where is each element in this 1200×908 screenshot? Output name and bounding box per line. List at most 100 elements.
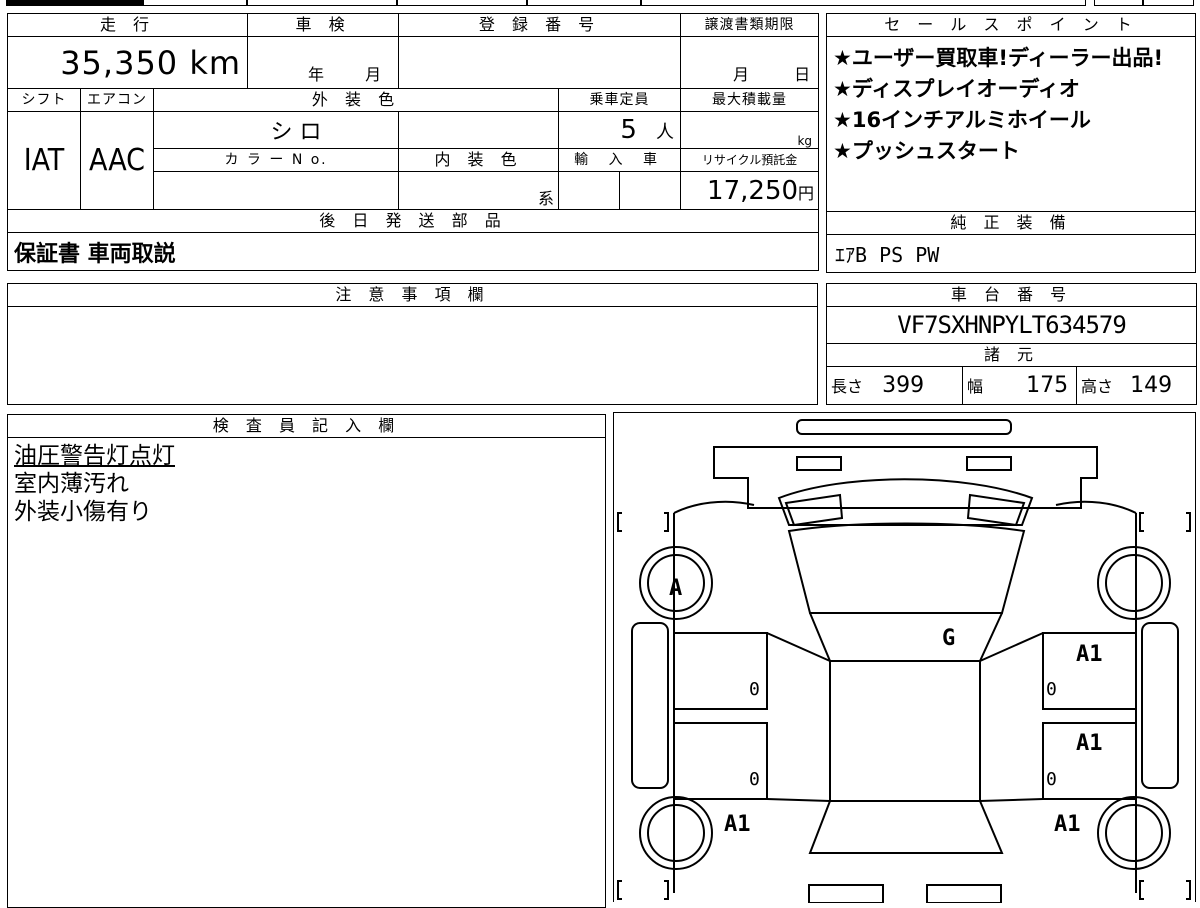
- spec-height-label: 高さ: [1081, 377, 1114, 396]
- front-right-wheel: [1097, 546, 1171, 620]
- sales-point-item: ★ユーザー買取車!ディーラー出品!: [833, 46, 1164, 70]
- chassis-number: VF7SXHNPYLT634579: [825, 306, 1198, 344]
- inspector-note-line: 室内薄汚れ: [14, 471, 129, 497]
- shift-label: シフト: [7, 88, 81, 112]
- sales-points-table: セ ー ル ス ポ イ ン ト ★ユーザー買取車!ディーラー出品! ★ディスプレ…: [826, 13, 1196, 273]
- capacity-cell: 5 人: [558, 111, 682, 149]
- front-right-wheel-inner: [1105, 554, 1163, 612]
- bracket-shape: [664, 512, 669, 532]
- mark-right-rear-door-zero: 0: [1046, 769, 1057, 790]
- top-strip-cell: [246, 0, 398, 6]
- right-lamp-shape: [966, 493, 1026, 527]
- left-front-curve: [673, 500, 755, 514]
- inspector-table: 検 査 員 記 入 欄 油圧警告灯点灯 室内薄汚れ 外装小傷有り: [7, 414, 606, 908]
- genuine-equipment-value: ｴｱB PS PW: [826, 234, 1196, 273]
- exterior-color-value: シ ロ: [152, 111, 400, 149]
- shift-value: IAT: [7, 111, 81, 210]
- inspection-label: 車 検: [247, 13, 400, 37]
- genuine-equipment-label: 純 正 装 備: [826, 211, 1196, 235]
- spec-length-label: 長さ: [831, 377, 864, 396]
- top-strip-cell: [1094, 0, 1144, 6]
- exterior-color-label: 外 装 色: [152, 88, 560, 112]
- interior-color-label: 内 装 色: [398, 148, 560, 172]
- rear-bumper-left: [808, 884, 884, 904]
- bracket-shape: [1139, 512, 1144, 532]
- max-load-label: 最大積載量: [680, 88, 820, 112]
- mark-windshield: G: [942, 626, 955, 651]
- chassis-label: 車 台 番 号: [825, 283, 1198, 307]
- front-roof-edge: [809, 612, 1003, 662]
- recycle-label: リサイクル預託金: [680, 148, 820, 172]
- roof-shape: [829, 660, 981, 802]
- import-value-b: [619, 171, 682, 210]
- bracket-shape: [1139, 880, 1144, 900]
- spec-width-value: 175: [1026, 373, 1069, 398]
- capacity-label: 乗車定員: [558, 88, 682, 112]
- inspection-month-unit: 月: [365, 65, 382, 84]
- notes-table: 注 意 事 項 欄: [7, 283, 818, 405]
- car-diagram: A G A1 A1 A1 A1 0 0 0 0: [613, 412, 1196, 904]
- sales-point-item: ★16インチアルミホイール: [833, 108, 1091, 132]
- mileage-label: 走 行: [6, 13, 249, 37]
- right-headlight-slot: [966, 456, 1012, 471]
- mark-left-front-door-zero: 0: [749, 679, 760, 700]
- recycle-cell: 17,250円: [680, 171, 820, 210]
- top-strip: [0, 0, 1200, 8]
- right-door-edges: [979, 632, 1044, 802]
- mark-front-left-wheel: A: [669, 576, 682, 601]
- rear-left-wheel: [639, 796, 713, 870]
- capacity-unit: 人: [656, 122, 675, 143]
- windshield-shape: [787, 522, 1026, 614]
- left-door-edges: [766, 632, 831, 802]
- sales-points-label: セ ー ル ス ポ イ ン ト: [826, 13, 1196, 37]
- transfer-day-unit: 日: [794, 65, 811, 84]
- spec-width-cell: 幅 175: [962, 366, 1077, 405]
- inspector-note-line: 外装小傷有り: [14, 499, 152, 525]
- rear-window-shape: [808, 800, 1004, 854]
- front-body-shape: [713, 446, 1098, 509]
- mark-right-rear-door: A1: [1076, 731, 1103, 756]
- rear-bumper-right: [926, 884, 1002, 904]
- vehicle-info-table: 走 行 車 検 登 録 番 号 譲渡書類期限 35,350 km 年 月 月 日…: [6, 13, 820, 271]
- chassis-specs-table: 車 台 番 号 VF7SXHNPYLT634579 諸 元 長さ 399 幅 1…: [825, 283, 1198, 405]
- exterior-color-extra: [398, 111, 560, 149]
- notes-label: 注 意 事 項 欄: [7, 283, 818, 307]
- registration-value: [398, 36, 682, 89]
- inspection-date-cell: 年 月: [247, 36, 400, 89]
- mark-right-front-door-zero: 0: [1046, 679, 1057, 700]
- top-strip-black-cell: [6, 0, 144, 6]
- sales-points-list: ★ユーザー買取車!ディーラー出品! ★ディスプレイオーディオ ★16インチアルミ…: [826, 36, 1196, 212]
- top-strip-cell: [640, 0, 1086, 6]
- bracket-shape: [664, 880, 669, 900]
- mileage-value: 35,350 km: [6, 36, 249, 89]
- import-label: 輸 入 車: [558, 148, 682, 172]
- spec-height-value: 149: [1130, 373, 1173, 398]
- sales-point-item: ★プッシュスタート: [833, 139, 1020, 163]
- bracket-shape: [1186, 880, 1191, 900]
- spec-width-label: 幅: [967, 377, 984, 396]
- transfer-deadline-label: 譲渡書類期限: [680, 13, 820, 37]
- later-parts-value: 保証書 車両取説: [6, 232, 820, 271]
- top-strip-cell: [396, 0, 528, 6]
- spec-length-value: 399: [882, 373, 925, 398]
- notes-value: [7, 306, 818, 405]
- top-strip-cell: [1142, 0, 1194, 6]
- mark-right-rear-fender: A1: [1054, 812, 1081, 837]
- left-sill: [631, 622, 669, 789]
- capacity-value: 5: [620, 115, 637, 145]
- recycle-unit: 円: [798, 183, 815, 203]
- aircon-value: AAC: [80, 111, 154, 210]
- specs-label: 諸 元: [825, 343, 1198, 367]
- max-load-unit: kg: [680, 111, 820, 149]
- spec-length-cell: 長さ 399: [826, 366, 963, 405]
- mark-left-rear-door-zero: 0: [749, 769, 760, 790]
- transfer-deadline-cell: 月 日: [680, 36, 820, 89]
- car-diagram-svg: A G A1 A1 A1 A1 0 0 0 0: [617, 419, 1191, 904]
- recycle-fee-value: 17,250: [707, 175, 799, 206]
- bracket-shape: [1186, 512, 1191, 532]
- import-value-a: [558, 171, 621, 210]
- inspector-note-line: 油圧警告灯点灯: [14, 443, 175, 469]
- inspector-notes: 油圧警告灯点灯 室内薄汚れ 外装小傷有り: [7, 437, 606, 908]
- registration-label: 登 録 番 号: [398, 13, 682, 37]
- transfer-month-unit: 月: [733, 65, 750, 84]
